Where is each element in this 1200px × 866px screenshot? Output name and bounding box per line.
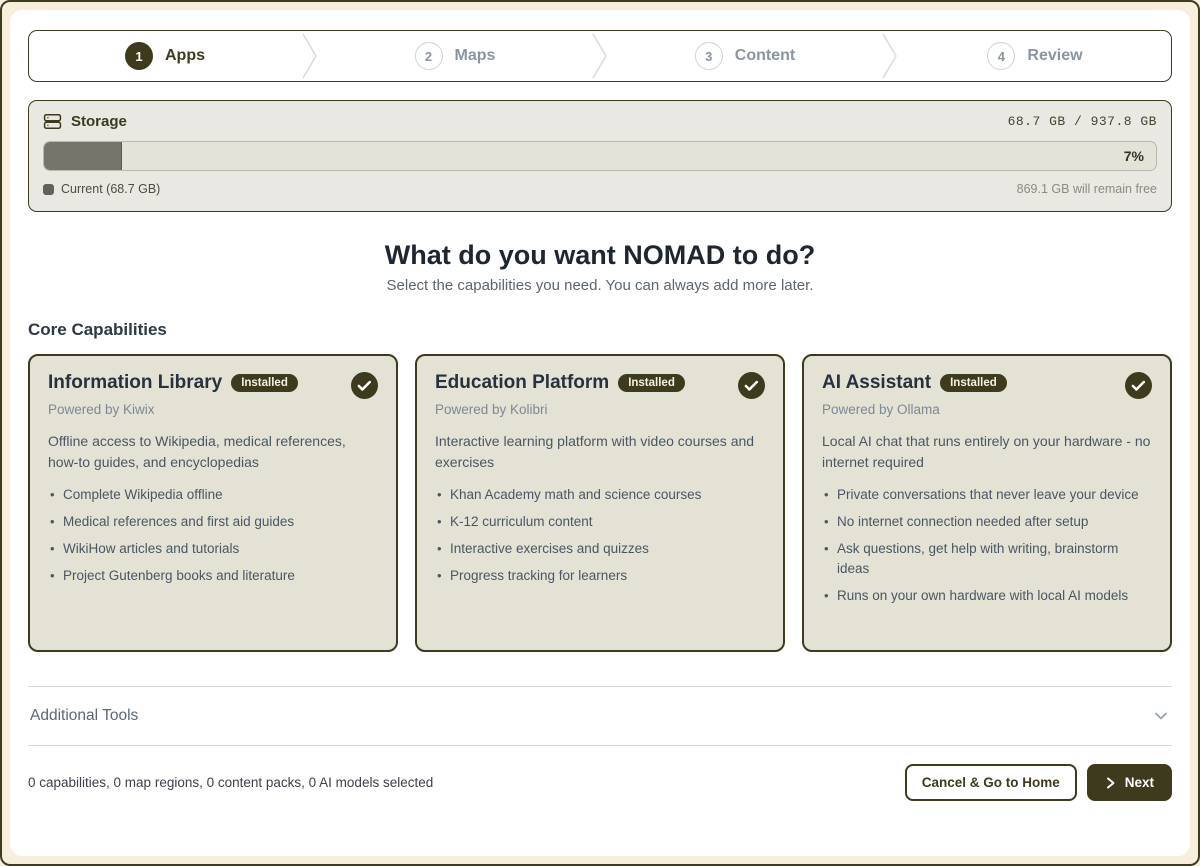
step-maps[interactable]: 2 Maps (319, 31, 591, 81)
card-feature-list: Khan Academy math and science courses K-… (435, 485, 765, 586)
installed-badge: Installed (618, 374, 685, 392)
capability-cards: Information Library Installed Powered by… (28, 354, 1172, 652)
card-title: Information Library (48, 372, 222, 394)
card-title: Education Platform (435, 372, 609, 394)
card-description: Interactive learning platform with video… (435, 431, 765, 473)
step-content-label: Content (735, 47, 795, 65)
card-description: Offline access to Wikipedia, medical ref… (48, 431, 378, 473)
card-powered-by: Powered by Ollama (822, 402, 1152, 417)
storage-usage-text: 68.7 GB / 937.8 GB (1008, 114, 1157, 129)
storage-title: Storage (71, 113, 127, 130)
step-separator-icon (591, 33, 609, 79)
page-title: What do you want NOMAD to do? (28, 238, 1172, 272)
step-apps-number: 1 (125, 42, 153, 70)
selection-summary: 0 capabilities, 0 map regions, 0 content… (28, 775, 433, 790)
selected-check-icon[interactable] (351, 372, 378, 399)
setup-wizard-page: 1 Apps 2 Maps 3 Content 4 Review (10, 10, 1190, 856)
card-powered-by: Powered by Kiwix (48, 402, 378, 417)
card-bullet: Khan Academy math and science courses (435, 485, 765, 505)
selected-check-icon[interactable] (1125, 372, 1152, 399)
card-bullet: K-12 curriculum content (435, 512, 765, 532)
installed-badge: Installed (940, 374, 1007, 392)
additional-tools-toggle[interactable]: Additional Tools (28, 687, 1172, 745)
card-title: AI Assistant (822, 372, 931, 394)
step-separator-icon (301, 33, 319, 79)
card-education-platform[interactable]: Education Platform Installed Powered by … (415, 354, 785, 652)
card-bullet: Ask questions, get help with writing, br… (822, 539, 1152, 579)
core-capabilities-heading: Core Capabilities (28, 320, 1172, 340)
step-review-label: Review (1027, 47, 1082, 65)
card-bullet: Runs on your own hardware with local AI … (822, 586, 1152, 606)
selected-check-icon[interactable] (738, 372, 765, 399)
step-apps[interactable]: 1 Apps (29, 31, 301, 81)
step-maps-number: 2 (415, 42, 443, 70)
card-bullet: Medical references and first aid guides (48, 512, 378, 532)
card-bullet: Complete Wikipedia offline (48, 485, 378, 505)
step-apps-label: Apps (165, 47, 205, 65)
card-feature-list: Private conversations that never leave y… (822, 485, 1152, 606)
divider (28, 745, 1172, 746)
card-bullet: Private conversations that never leave y… (822, 485, 1152, 505)
card-bullet: WikiHow articles and tutorials (48, 539, 378, 559)
card-bullet: Interactive exercises and quizzes (435, 539, 765, 559)
step-content[interactable]: 3 Content (609, 31, 881, 81)
next-button-label: Next (1125, 775, 1154, 790)
step-review-number: 4 (987, 42, 1015, 70)
legend-current-swatch (43, 184, 54, 195)
card-bullet: No internet connection needed after setu… (822, 512, 1152, 532)
step-maps-label: Maps (455, 47, 496, 65)
storage-progress-bar: 7% (43, 141, 1157, 171)
installed-badge: Installed (231, 374, 298, 392)
storage-percent-label: 7% (1124, 148, 1144, 164)
storage-panel: Storage 68.7 GB / 937.8 GB 7% Current (6… (28, 100, 1172, 212)
additional-tools-label: Additional Tools (30, 707, 138, 725)
card-bullet: Project Gutenberg books and literature (48, 566, 378, 586)
card-powered-by: Powered by Kolibri (435, 402, 765, 417)
next-button[interactable]: Next (1087, 764, 1172, 801)
step-separator-icon (881, 33, 899, 79)
card-ai-assistant[interactable]: AI Assistant Installed Powered by Ollama… (802, 354, 1172, 652)
chevron-right-icon (1105, 777, 1116, 789)
card-bullet: Progress tracking for learners (435, 566, 765, 586)
storage-progress-fill (44, 142, 122, 170)
step-content-number: 3 (695, 42, 723, 70)
card-feature-list: Complete Wikipedia offline Medical refer… (48, 485, 378, 586)
page-subtitle: Select the capabilities you need. You ca… (28, 277, 1172, 294)
storage-drive-icon (43, 112, 62, 131)
storage-free-label: 869.1 GB will remain free (1017, 182, 1157, 196)
card-information-library[interactable]: Information Library Installed Powered by… (28, 354, 398, 652)
step-review[interactable]: 4 Review (899, 31, 1171, 81)
card-description: Local AI chat that runs entirely on your… (822, 431, 1152, 473)
wizard-stepper: 1 Apps 2 Maps 3 Content 4 Review (28, 30, 1172, 82)
legend-current-label: Current (68.7 GB) (61, 182, 160, 196)
chevron-down-icon (1152, 707, 1170, 725)
cancel-button[interactable]: Cancel & Go to Home (905, 764, 1077, 801)
